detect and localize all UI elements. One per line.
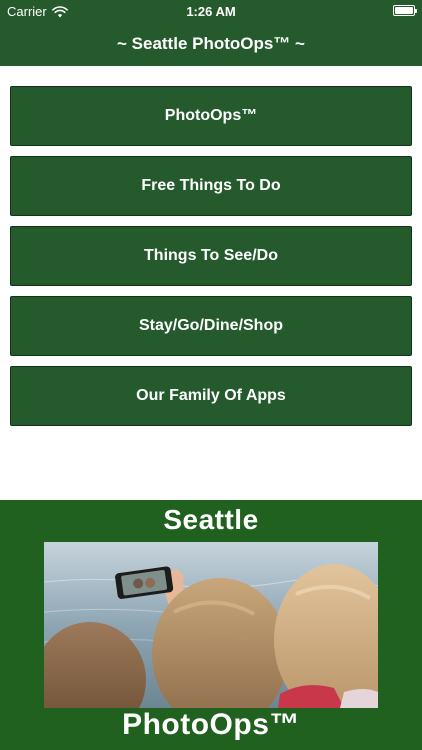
- family-of-apps-button[interactable]: Our Family Of Apps: [10, 366, 412, 426]
- things-to-see-button-label: Things To See/Do: [144, 247, 278, 264]
- banner-subtitle: PhotoOps™: [122, 708, 300, 741]
- photoops-button[interactable]: PhotoOps™: [10, 86, 412, 146]
- promo-banner: Seattle PhotoOps™: [0, 500, 422, 750]
- banner-photo: [44, 542, 378, 708]
- stay-go-dine-shop-button[interactable]: Stay/Go/Dine/Shop: [10, 296, 412, 356]
- banner-title: Seattle: [163, 504, 259, 535]
- page-title: ~ Seattle PhotoOps™ ~: [117, 34, 305, 53]
- things-to-see-button[interactable]: Things To See/Do: [10, 226, 412, 286]
- stay-go-dine-shop-button-label: Stay/Go/Dine/Shop: [138, 317, 283, 334]
- status-bar: Carrier 1:26 AM: [0, 0, 422, 22]
- free-things-button-label: Free Things To Do: [141, 177, 281, 194]
- navigation-bar: ~ Seattle PhotoOps™ ~: [0, 22, 422, 66]
- free-things-button[interactable]: Free Things To Do: [10, 156, 412, 216]
- main-menu: PhotoOps™ Free Things To Do Things To Se…: [10, 86, 412, 436]
- clock: 1:26 AM: [186, 4, 236, 19]
- battery-icon: [393, 5, 417, 16]
- family-of-apps-button-label: Our Family Of Apps: [136, 387, 286, 404]
- photoops-button-label: PhotoOps™: [164, 107, 258, 124]
